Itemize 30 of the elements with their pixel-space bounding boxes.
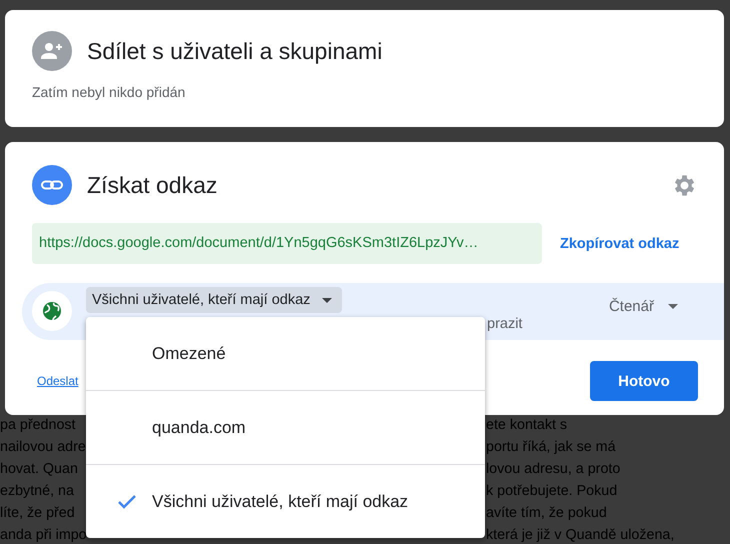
- document-text: hovat. Quan: [0, 460, 78, 479]
- document-text: ezbytné, na: [0, 482, 74, 501]
- status-text: Zatím nebyl nikdo přidán: [32, 84, 186, 100]
- document-text: k potřebujete. Pokud: [486, 482, 618, 501]
- menu-option[interactable]: quanda.com: [86, 390, 485, 464]
- document-text: ete kontakt s: [486, 416, 568, 435]
- document-text: která je již v Quandě uložena,: [486, 526, 674, 544]
- globe-icon: [32, 291, 72, 331]
- access-description: prazit: [487, 316, 522, 332]
- link-field[interactable]: https://docs.google.com/document/d/1Yn5gqG6sKSm3tIZ6LpzJYv…: [32, 223, 542, 264]
- done-button[interactable]: Hotovo: [590, 361, 698, 401]
- document-text: lovou adresu, a proto: [486, 460, 620, 479]
- copy-link-button[interactable]: Zkopírovat odkaz: [560, 236, 680, 252]
- role-dropdown[interactable]: Čtenář: [602, 297, 684, 316]
- caret-icon: [668, 304, 678, 309]
- link-icon: [32, 165, 72, 205]
- document-text: portu říká, jak se má: [486, 438, 616, 457]
- access-dropdown[interactable]: Všichni uživatelé, kteří mají odkaz: [86, 287, 342, 313]
- document-text: líte, že před: [0, 504, 75, 523]
- document-text: nailovou adre: [0, 438, 86, 457]
- menu-option[interactable]: Omezené: [86, 317, 485, 390]
- add-person-icon: [32, 31, 72, 71]
- document-text: anda při impo: [0, 526, 87, 544]
- menu-option[interactable]: Všichni uživatelé, kteří mají odkaz: [86, 464, 485, 538]
- caret-icon: [322, 298, 332, 302]
- feedback-link[interactable]: Odeslat: [37, 374, 78, 388]
- document-text: pa přednost: [0, 416, 76, 435]
- dialog-title: Sdílet s uživateli a skupinami: [87, 38, 382, 64]
- document-text: avíte tím, že pokud: [486, 504, 607, 523]
- dialog-title: Získat odkaz: [87, 172, 218, 198]
